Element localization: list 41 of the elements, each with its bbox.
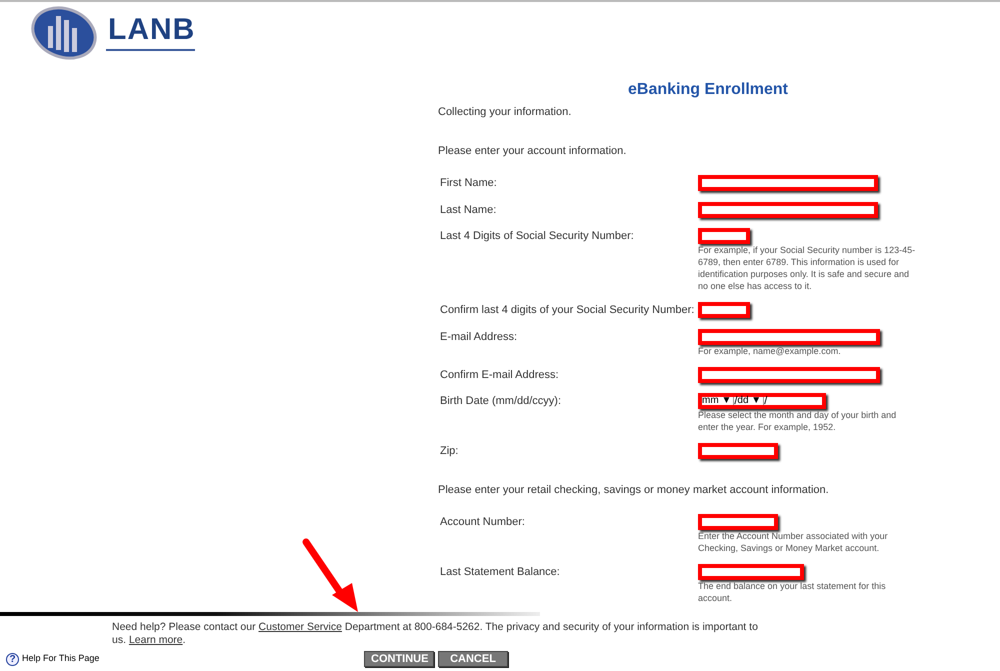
field-label: Zip: — [440, 444, 460, 459]
intro-text: Collecting your information. — [438, 105, 572, 120]
section-heading: Please enter your retail checking, savings or money market account information. — [438, 482, 830, 498]
date-separator: / — [764, 397, 768, 405]
field-label: Last Name: — [440, 202, 498, 218]
input-field[interactable] — [698, 564, 804, 580]
section-heading: Please enter your account information. — [438, 144, 628, 158]
field-label: Birth Date (mm/dd/ccyy): — [440, 394, 562, 409]
form-button[interactable]: CANCEL — [438, 651, 508, 667]
input-field[interactable] — [698, 328, 880, 344]
field-label: First Name: — [440, 176, 498, 191]
help-link[interactable]: Help For This Page — [22, 652, 100, 666]
form-button[interactable]: CONTINUE — [364, 651, 434, 667]
field-label: Confirm last 4 digits of your Social Security Number: — [440, 303, 696, 318]
logo-icon — [30, 6, 98, 60]
input-field[interactable] — [698, 514, 778, 530]
input-field[interactable] — [698, 443, 778, 459]
input-field[interactable] — [698, 366, 880, 382]
date-separator: / — [734, 397, 738, 405]
day-select[interactable]: dd ▼ — [737, 397, 764, 405]
month-select[interactable]: mm ▼ — [702, 397, 734, 405]
input-field[interactable] — [698, 228, 750, 244]
field-label: E-mail Address: — [440, 330, 518, 344]
hint-text: For example, name@example.com. — [698, 344, 842, 356]
hint-text: Please select the month and day of your birth and enter the year. For example, 1952. — [698, 409, 898, 433]
hint-text: For example, if your Social Security number is 123-45-6789, then enter 6789. This information is used for identification purposes only. It is safe and secure and no one else has access to it. — [698, 244, 916, 292]
link[interactable]: Learn more — [128, 634, 183, 646]
field-label: Last 4 Digits of Social Security Number: — [440, 229, 635, 244]
input-field[interactable] — [698, 302, 750, 318]
hint-text: The end balance on your last statement for this account. — [698, 580, 887, 604]
input-field[interactable] — [698, 175, 878, 191]
link[interactable]: Customer Service — [258, 621, 342, 633]
input-field[interactable] — [698, 202, 878, 218]
page-title: eBanking Enrollment — [626, 80, 790, 100]
field-label: Account Number: — [440, 515, 526, 530]
logo-text: LANB — [106, 14, 196, 50]
hint-text: Enter the Account Number associated with your Checking, Savings or Money Market account. — [698, 530, 889, 554]
field-label: Last Statement Balance: — [440, 565, 561, 580]
help-text: Need help? Please contact our Customer Service Department at 800-684-5262. The privacy and security of your information is important to us. Learn more. — [112, 621, 759, 647]
help-icon[interactable]: ? — [6, 652, 19, 666]
field-label: Confirm E-mail Address: — [440, 368, 560, 382]
